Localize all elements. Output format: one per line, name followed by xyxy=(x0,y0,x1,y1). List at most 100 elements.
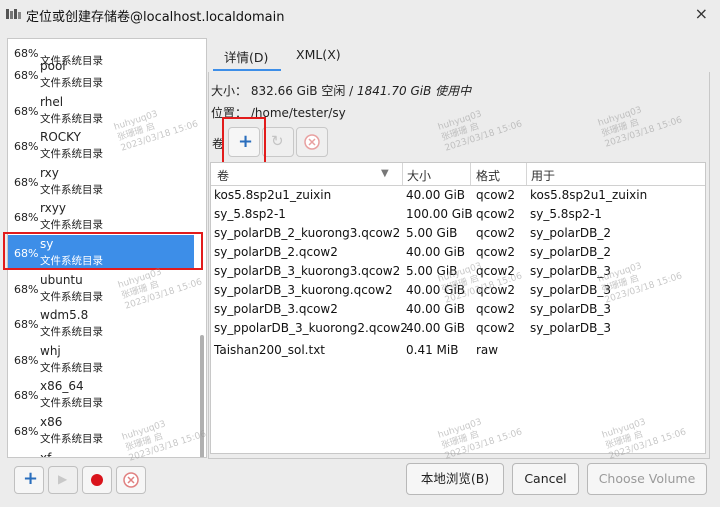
pool-item-x86[interactable]: 68% x86 文件系统目录 xyxy=(8,413,194,448)
pool-name: ROCKY xyxy=(40,130,81,144)
pool-type: 文件系统目录 xyxy=(40,433,103,445)
pool-size-row: 大小： 832.66 GiB 空闲 / 1841.70 GiB 使用中 xyxy=(211,82,471,99)
size-label: 大小： xyxy=(211,84,248,98)
volume-format: qcow2 xyxy=(476,226,516,240)
table-row[interactable]: sy_polarDB_2_kuorong3.qcow2 5.00 GiB qco… xyxy=(211,224,705,243)
delete-volume-button[interactable] xyxy=(296,127,328,157)
start-pool-button[interactable]: ▶ xyxy=(48,466,78,494)
pool-item-x86-64[interactable]: 68% x86_64 文件系统目录 xyxy=(8,377,194,412)
pool-type: 文件系统目录 xyxy=(40,184,103,196)
column-header-format[interactable]: 格式 xyxy=(476,167,500,184)
pool-usage: 68% xyxy=(14,69,39,82)
pool-item-xf[interactable]: xf xyxy=(8,449,194,457)
refresh-icon: ↻ xyxy=(271,132,284,150)
browse-local-button[interactable]: 本地浏览(B) xyxy=(406,463,504,495)
tab-details[interactable]: 详情(D) xyxy=(224,47,268,66)
delete-icon xyxy=(304,134,320,150)
table-row[interactable]: sy_ppolarDB_3_kuorong2.qcow2 40.00 GiB q… xyxy=(211,319,705,338)
volume-name: sy_polarDB_2.qcow2 xyxy=(214,245,338,259)
pool-usage: 68% xyxy=(14,425,39,438)
volume-name: Taishan200_sol.txt xyxy=(214,343,326,357)
volume-size: 40.00 GiB xyxy=(406,283,466,297)
pool-item-ubuntu[interactable]: 68% ubuntu 文件系统目录 xyxy=(8,271,194,306)
table-row[interactable]: sy_polarDB_3_kuorong3.qcow2 5.00 GiB qco… xyxy=(211,262,705,281)
pool-item-rxy[interactable]: 68% rxy 文件系统目录 xyxy=(8,164,194,199)
volume-name: sy_5.8sp2-1 xyxy=(214,207,286,221)
volume-format: qcow2 xyxy=(476,283,516,297)
choose-volume-button[interactable]: Choose Volume xyxy=(587,463,707,495)
pool-item-whj[interactable]: 68% whj 文件系统目录 xyxy=(8,342,194,377)
volume-used-by: sy_polarDB_3 xyxy=(530,264,612,278)
pool-name: x86_64 xyxy=(40,379,84,393)
pool-usage: 68% xyxy=(14,283,39,296)
stop-icon xyxy=(91,474,103,486)
pool-name: whj xyxy=(40,344,61,358)
pool-type: 文件系统目录 xyxy=(40,291,103,303)
pool-usage: 68% xyxy=(14,354,39,367)
pool-type: 文件系统目录 xyxy=(40,362,103,374)
pool-item-wdm58[interactable]: 68% wdm5.8 文件系统目录 xyxy=(8,306,194,341)
pool-name: wdm5.8 xyxy=(40,308,89,322)
virt-manager-icon xyxy=(6,9,21,19)
volume-name: sy_polarDB_3_kuorong3.qcow2 xyxy=(214,264,401,278)
table-row[interactable]: kos5.8sp2u1_zuixin 40.00 GiB qcow2 kos5.… xyxy=(211,186,705,205)
pool-type: 文件系统目录 xyxy=(40,397,103,409)
pool-usage: 68% xyxy=(14,105,39,118)
volume-size: 40.00 GiB xyxy=(406,302,466,316)
pool-item-rhel[interactable]: 68% rhel 文件系统目录 xyxy=(8,93,194,128)
table-row[interactable]: Taishan200_sol.txt 0.41 MiB raw xyxy=(211,341,705,360)
volume-size: 40.00 GiB xyxy=(406,188,466,202)
volume-format: qcow2 xyxy=(476,207,516,221)
table-row[interactable]: sy_polarDB_3.qcow2 40.00 GiB qcow2 sy_po… xyxy=(211,300,705,319)
pool-item-pool[interactable]: 68% pool 文件系统目录 xyxy=(8,57,194,92)
volume-format: qcow2 xyxy=(476,264,516,278)
pool-usage: 68% xyxy=(14,389,39,402)
table-row[interactable]: sy_polarDB_2.qcow2 40.00 GiB qcow2 sy_po… xyxy=(211,243,705,262)
volume-used-by: kos5.8sp2u1_zuixin xyxy=(530,188,648,202)
pool-item-rxyy[interactable]: 68% rxyy 文件系统目录 xyxy=(8,199,194,234)
volume-format: qcow2 xyxy=(476,188,516,202)
pool-type: 文件系统目录 xyxy=(40,113,103,125)
volume-used-by: sy_polarDB_2 xyxy=(530,226,612,240)
volume-table[interactable]: 卷 ▼ 大小 格式 用于 kos5.8sp2u1_zuixin 40.00 Gi… xyxy=(210,162,706,454)
close-icon[interactable]: × xyxy=(695,4,708,23)
used-space: 1841.70 GiB 使用中 xyxy=(357,84,472,98)
pool-type: 文件系统目录 xyxy=(40,148,103,160)
pool-type: 文件系统目录 xyxy=(40,219,103,231)
volume-used-by: sy_5.8sp2-1 xyxy=(530,207,602,221)
volume-name: sy_ppolarDB_3_kuorong2.qcow2 xyxy=(214,321,408,335)
volume-used-by: sy_polarDB_3 xyxy=(530,283,612,297)
volume-format: qcow2 xyxy=(476,321,516,335)
volume-size: 40.00 GiB xyxy=(406,321,466,335)
pool-name: pool xyxy=(40,59,66,73)
cancel-button[interactable]: Cancel xyxy=(512,463,579,495)
play-icon: ▶ xyxy=(58,472,68,486)
volume-size: 5.00 GiB xyxy=(406,226,458,240)
volume-used-by: sy_polarDB_2 xyxy=(530,245,612,259)
volume-size: 0.41 MiB xyxy=(406,343,459,357)
title-bar: 定位或创建存储卷@localhost.localdomain × xyxy=(0,0,720,30)
volume-name: sy_polarDB_3_kuorong.qcow2 xyxy=(214,283,393,297)
table-row[interactable]: sy_polarDB_3_kuorong.qcow2 40.00 GiB qco… xyxy=(211,281,705,300)
delete-icon xyxy=(123,472,139,488)
column-divider xyxy=(470,163,471,185)
pool-usage: 68% xyxy=(14,176,39,189)
delete-pool-button[interactable] xyxy=(116,466,146,494)
sort-down-icon[interactable]: ▼ xyxy=(381,168,389,179)
column-header-volume[interactable]: 卷 xyxy=(217,167,229,184)
stop-pool-button[interactable] xyxy=(82,466,112,494)
column-header-size[interactable]: 大小 xyxy=(407,167,431,184)
pool-usage: 68% xyxy=(14,140,39,153)
add-pool-button[interactable]: + xyxy=(14,466,44,494)
tab-xml[interactable]: XML(X) xyxy=(296,47,341,62)
refresh-volumes-button[interactable]: ↻ xyxy=(262,127,294,157)
pool-item-rocky[interactable]: 68% ROCKY 文件系统目录 xyxy=(8,128,194,163)
volume-format: qcow2 xyxy=(476,302,516,316)
pool-type: 文件系统目录 xyxy=(40,77,103,89)
column-header-used-by[interactable]: 用于 xyxy=(531,167,555,184)
window-title: 定位或创建存储卷@localhost.localdomain xyxy=(26,10,285,25)
volume-format: qcow2 xyxy=(476,245,516,259)
pool-list-scrollbar[interactable] xyxy=(200,335,204,457)
volume-size: 5.00 GiB xyxy=(406,264,458,278)
table-row[interactable]: sy_5.8sp2-1 100.00 GiB qcow2 sy_5.8sp2-1 xyxy=(211,205,705,224)
